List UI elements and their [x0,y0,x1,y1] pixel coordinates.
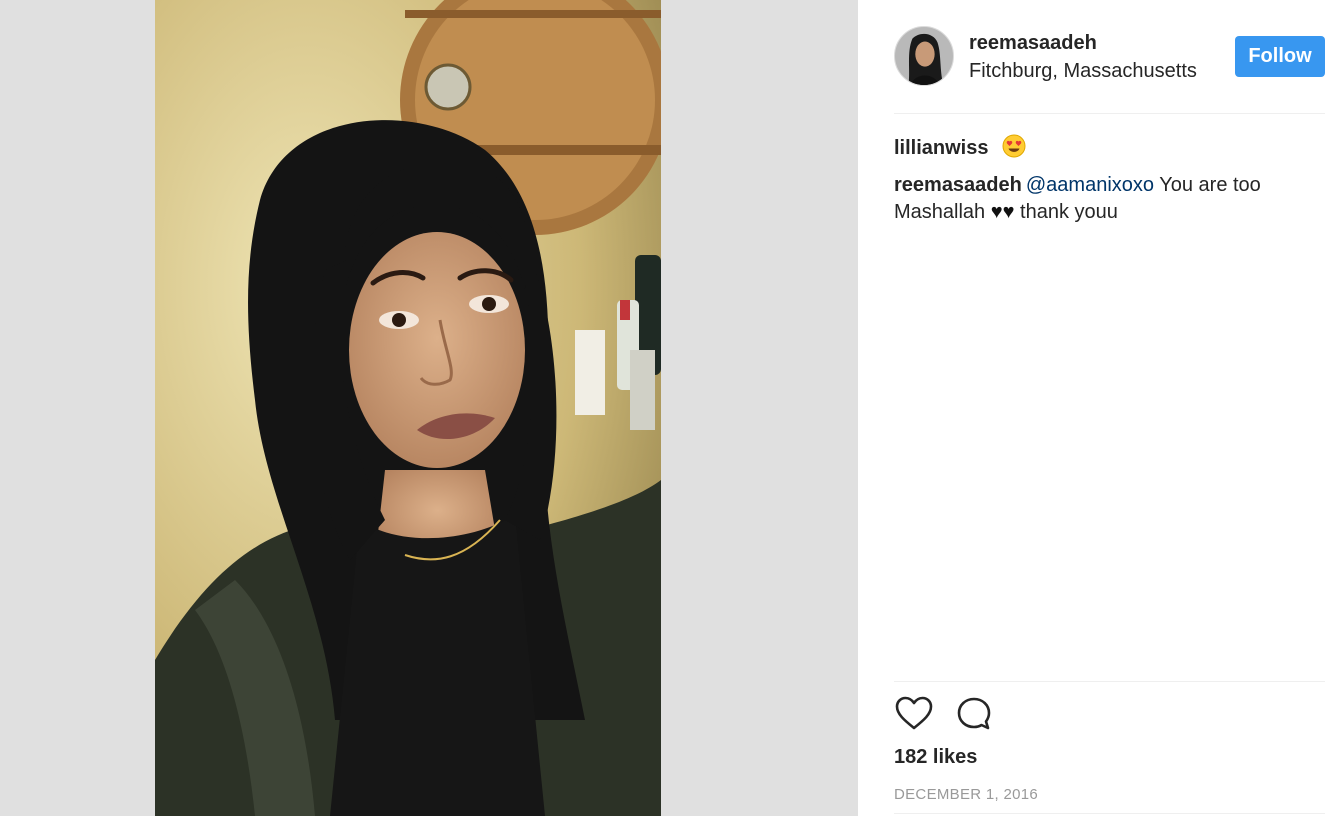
follow-button[interactable]: Follow [1235,36,1325,77]
post-photo[interactable] [155,0,661,816]
likes-count[interactable]: 182 likes [894,746,977,769]
heart-icon[interactable] [894,694,934,734]
avatar[interactable] [894,26,954,86]
footer-divider [894,813,1325,814]
comment-username[interactable]: reemasaadeh [894,174,1022,196]
header-divider [894,113,1325,114]
comment-icon[interactable] [954,694,994,734]
comment-item: lillianwiss [894,134,1314,162]
post-username[interactable]: reemasaadeh [969,32,1097,55]
heart-eyes-emoji-icon [1002,134,1026,158]
profile-avatar-icon [895,27,953,85]
comment-mention-link[interactable]: @aamanixoxo [1026,174,1154,196]
selfie-photo [155,0,661,816]
black-hearts-emoji: ♥♥ [990,201,1015,223]
comment-text-after: thank youu [1014,201,1118,223]
post-location[interactable]: Fitchburg, Massachusetts [969,60,1197,83]
actions-divider [894,681,1325,682]
post-sidebar: reemasaadeh Fitchburg, Massachusetts Fol… [858,0,1335,816]
post-date[interactable]: DECEMBER 1, 2016 [894,786,1038,803]
comment-username[interactable]: lillianwiss [894,137,988,159]
media-column [0,0,858,816]
post-header: reemasaadeh Fitchburg, Massachusetts Fol… [894,24,1325,90]
comment-item: reemasaadeh @aamanixoxo You are too Masha… [894,172,1314,226]
comments-list: lillianwiss reemasaadeh @aamanixoxo You a… [894,134,1314,236]
